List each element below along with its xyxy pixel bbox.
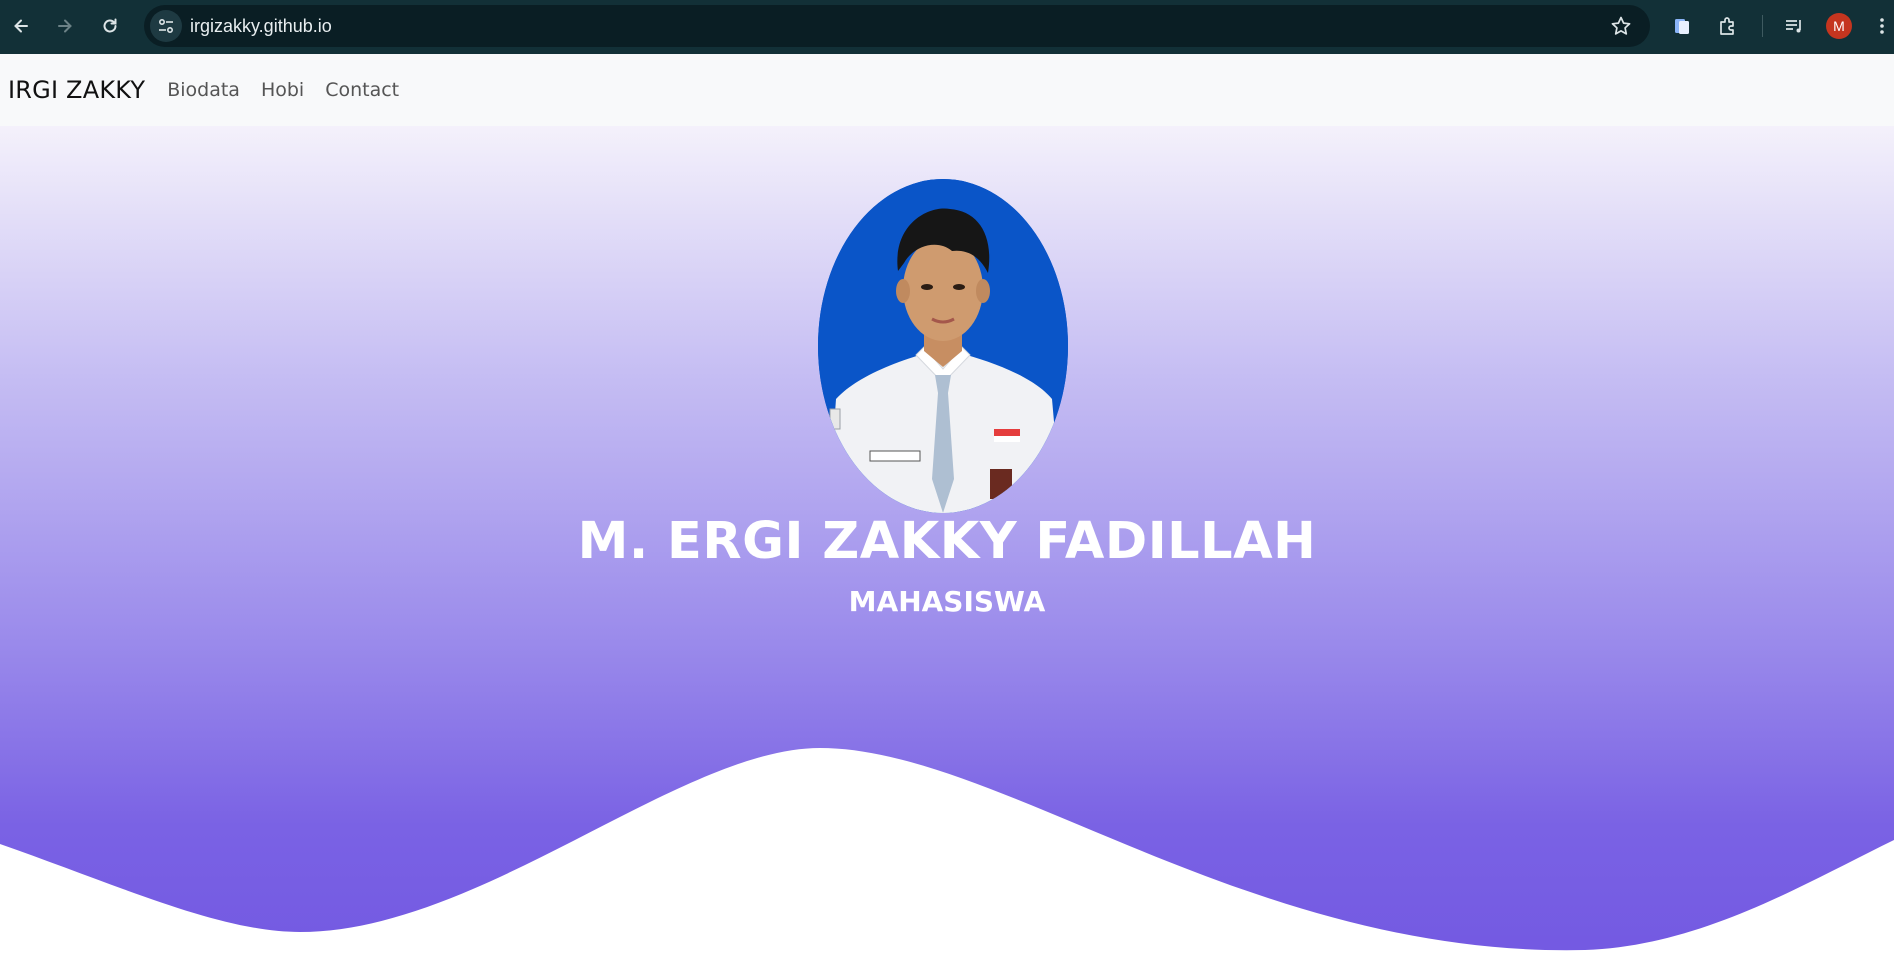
back-icon [14,19,28,33]
portrait-image [818,179,1068,513]
site-navbar: IRGI ZAKKY Biodata Hobi Contact [0,54,1894,126]
bookmark-star-icon[interactable] [1610,15,1632,37]
profile-photo [818,179,1068,513]
address-bar[interactable]: irgizakky.github.io [144,5,1650,47]
media-control-icon [1786,20,1801,33]
back-button[interactable] [6,11,36,41]
site-info-button[interactable] [150,10,182,42]
media-control-button[interactable] [1780,12,1808,40]
nav-link-hobi[interactable]: Hobi [261,79,304,101]
reload-icon [103,18,117,33]
hero-name: M. ERGI ZAKKY FADILLAH [577,512,1317,571]
more-menu-icon [1880,18,1884,34]
browser-toolbar: irgizakky.github.io M [0,0,1894,54]
nav-link-contact[interactable]: Contact [325,79,399,101]
nav-link-biodata[interactable]: Biodata [167,79,240,101]
toolbar-divider [1762,15,1763,37]
forward-button[interactable] [50,11,80,41]
extensions-icon [1720,17,1734,35]
site-brand[interactable]: IRGI ZAKKY [8,76,145,104]
profile-avatar[interactable]: M [1826,13,1852,39]
reload-button[interactable] [95,11,125,41]
extensions-button[interactable] [1714,12,1742,40]
document-icon [1675,19,1689,34]
site-info-icon [158,18,174,34]
forward-icon [58,19,72,33]
hero-section: M. ERGI ZAKKY FADILLAH MAHASISWA [0,126,1894,960]
document-extension-button[interactable] [1668,12,1696,40]
hero-role: MAHASISWA [848,585,1046,618]
more-menu-button[interactable] [1872,12,1892,40]
url-text[interactable]: irgizakky.github.io [190,16,332,37]
